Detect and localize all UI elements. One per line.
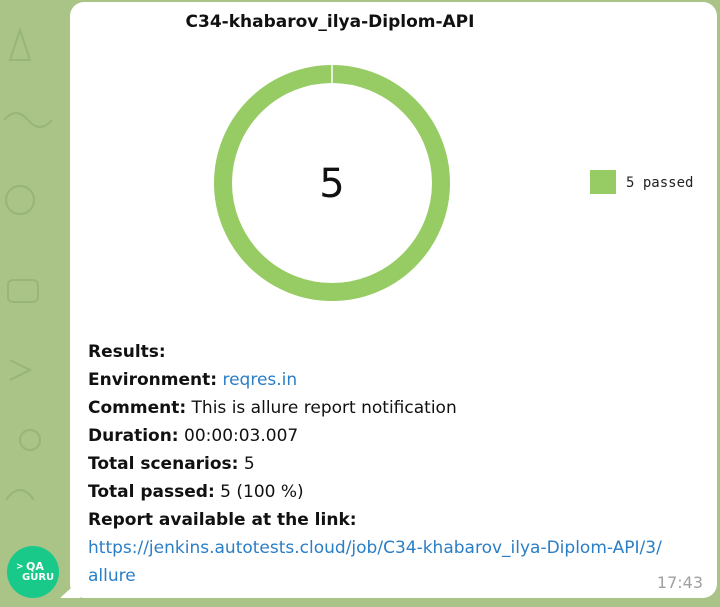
legend-label: 5 passed [626,175,693,191]
total-passed-label: Total passed: [88,482,215,502]
environment-label: Environment: [88,370,218,390]
logo-line-1: QA [26,560,44,573]
results-label: Results: [88,342,166,362]
donut-center-label: 5 [319,161,344,207]
legend-swatch [590,170,616,194]
comment-value: This is allure report notification [191,398,457,418]
report-link[interactable]: https://jenkins.autotests.cloud/job/C34-… [88,538,662,586]
environment-line: Environment: reqres.in [88,366,697,394]
comment-label: Comment: [88,398,187,418]
total-scenarios-value: 5 [243,454,255,474]
donut-chart: 5 passed 5 [214,65,693,301]
message-bubble: 5 passed 5 C34-khabarov_ilya-Diplom-API R… [60,2,717,598]
sender-avatar[interactable]: > QA GURU [7,546,59,598]
report-url-line: https://jenkins.autotests.cloud/job/C34-… [88,534,668,590]
duration-value: 00:00:03.007 [184,426,299,446]
comment-line: Comment: This is allure report notificat… [88,394,697,422]
report-line: Report available at the link: [88,506,697,534]
message-timestamp: 17:43 [656,573,703,592]
report-label: Report available at the link: [88,510,357,530]
total-scenarios-label: Total scenarios: [88,454,239,474]
message-text: Results: Environment: reqres.in Comment:… [88,338,697,590]
results-line: Results: [88,338,697,366]
total-passed-line: Total passed: 5 (100 %) [88,478,697,506]
environment-link[interactable]: reqres.in [222,370,297,390]
total-passed-value: 5 (100 %) [220,482,304,502]
duration-line: Duration: 00:00:03.007 [88,422,697,450]
logo-line-2: GURU [22,572,55,583]
total-scenarios-line: Total scenarios: 5 [88,450,697,478]
qa-guru-logo: > QA GURU [16,560,54,584]
chart-title: C34-khabarov_ilya-Diplom-API [185,12,475,32]
duration-label: Duration: [88,426,179,446]
